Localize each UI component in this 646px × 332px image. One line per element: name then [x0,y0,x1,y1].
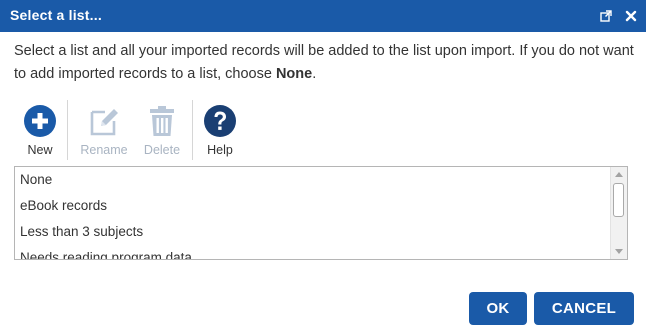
toolbar-divider [67,100,68,160]
pencil-icon [87,104,121,138]
scroll-down-arrow-icon[interactable] [615,249,623,254]
rename-button[interactable]: Rename [72,100,136,160]
instruction-text-emphasis: None [275,66,313,82]
help-button[interactable]: Help [200,100,240,160]
scroll-up-arrow-icon[interactable] [615,172,623,177]
dialog-title: Select a list... [10,7,102,23]
select-list-dialog: Select a list... Select a list and all y… [0,0,646,332]
popout-icon[interactable] [598,8,614,24]
ok-button[interactable]: OK [469,292,527,325]
list-item[interactable]: None [15,167,627,193]
trash-icon [145,104,179,138]
list-item[interactable]: Needs reading program data [15,245,627,259]
instruction-text-body: Select a list and all your imported reco… [14,43,634,82]
toolbar-divider [192,100,193,160]
new-button-label: New [27,143,53,157]
rename-button-label: Rename [80,143,128,157]
cancel-button[interactable]: CANCEL [534,292,634,325]
instruction-text-suffix: . [312,66,317,82]
plus-circle-icon [23,104,57,138]
close-icon[interactable] [623,8,639,24]
delete-button-label: Delete [143,143,181,157]
help-button-label: Help [207,143,233,157]
list-scrollbar[interactable] [610,167,627,259]
list-item[interactable]: eBook records [15,193,627,219]
list-select-box[interactable]: None eBook records Less than 3 subjects … [14,166,628,260]
scrollbar-thumb[interactable] [613,183,624,217]
delete-button[interactable]: Delete [136,100,188,160]
dialog-titlebar: Select a list... [0,0,646,32]
new-button[interactable]: New [14,100,66,160]
question-circle-icon [203,104,237,138]
list-item[interactable]: Less than 3 subjects [15,219,627,245]
instruction-text: Select a list and all your imported reco… [14,40,634,86]
